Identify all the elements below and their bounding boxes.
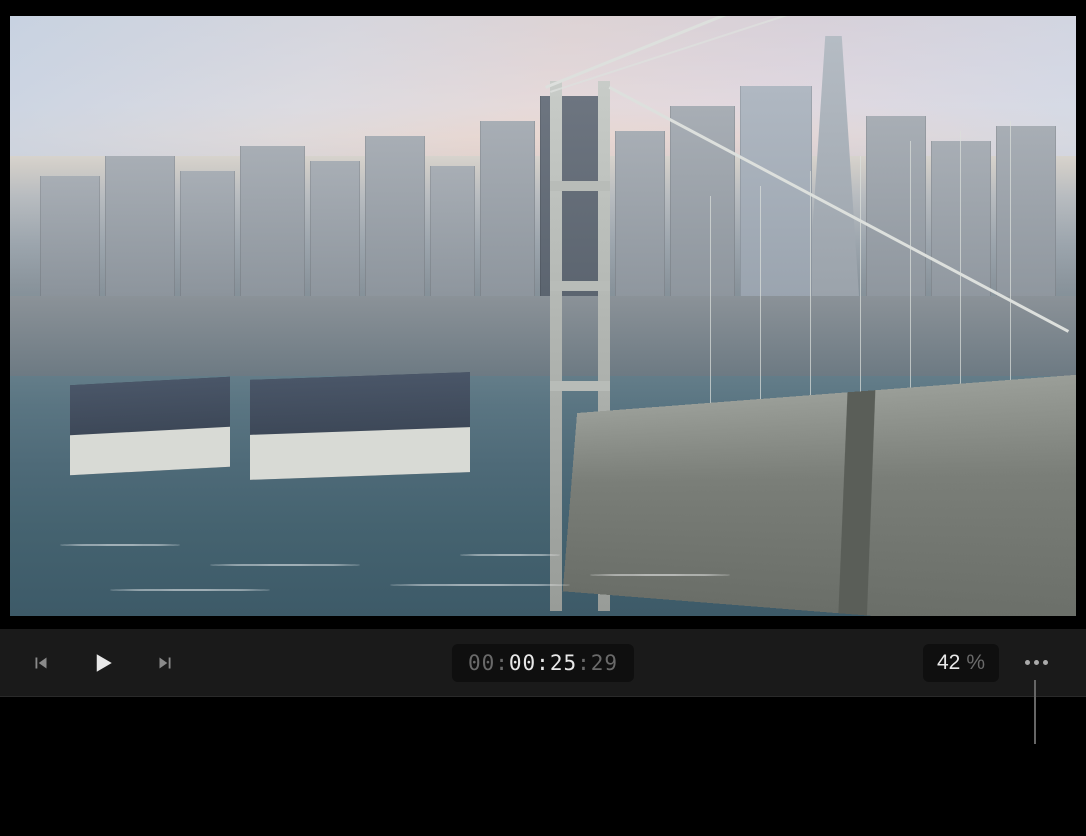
- more-options-button[interactable]: [1017, 652, 1056, 673]
- timecode-display[interactable]: 00:00:25:29: [452, 644, 634, 682]
- timecode-hours: 00:: [468, 651, 509, 675]
- zoom-display[interactable]: 42 %: [923, 644, 999, 682]
- zoom-unit: %: [966, 651, 985, 675]
- playback-controls-bar: 00:00:25:29 42 %: [0, 629, 1086, 697]
- timecode-main: 00:25: [509, 651, 577, 675]
- video-content-pier: [250, 372, 470, 480]
- playback-button-group: [30, 648, 176, 678]
- skip-back-icon: [30, 652, 52, 674]
- video-viewport: [0, 0, 1086, 629]
- ellipsis-icon: [1034, 660, 1039, 665]
- right-control-group: 42 %: [923, 644, 1056, 682]
- ellipsis-icon: [1025, 660, 1030, 665]
- timecode-frames: :29: [577, 651, 618, 675]
- callout-indicator-line: [1034, 680, 1036, 744]
- video-content-bridge-deck: [563, 355, 1076, 616]
- video-content-pier: [70, 377, 230, 475]
- video-frame[interactable]: [10, 16, 1076, 616]
- skip-forward-icon: [154, 652, 176, 674]
- zoom-value: 42: [937, 651, 960, 675]
- next-button[interactable]: [154, 652, 176, 674]
- play-button[interactable]: [88, 648, 118, 678]
- play-icon: [88, 648, 118, 678]
- previous-button[interactable]: [30, 652, 52, 674]
- ellipsis-icon: [1043, 660, 1048, 665]
